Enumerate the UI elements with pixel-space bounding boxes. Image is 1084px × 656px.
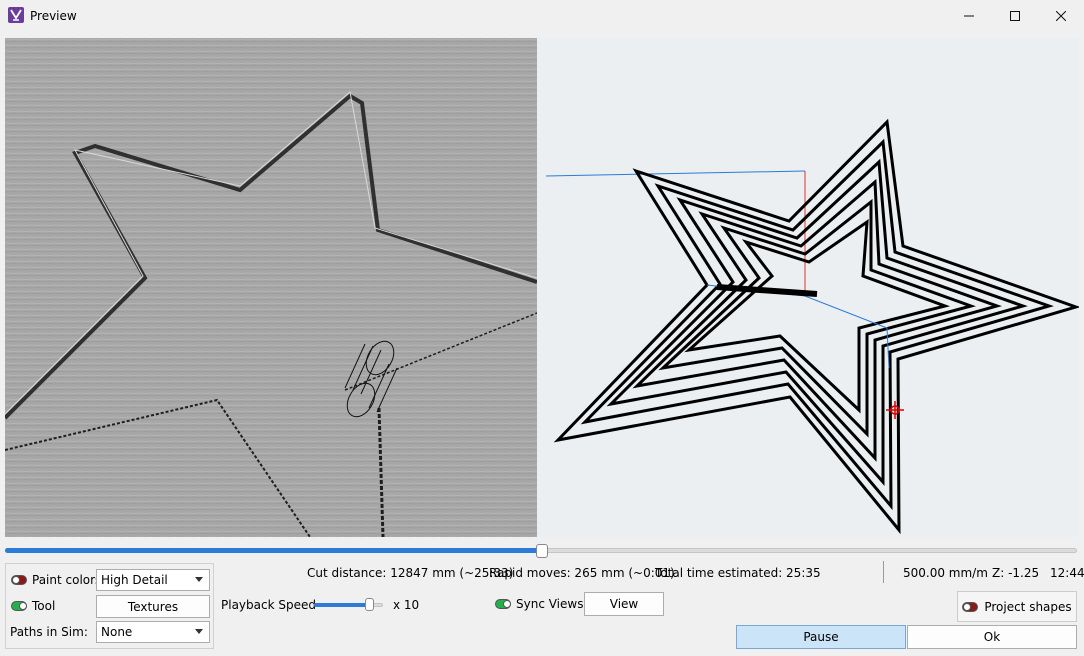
minimize-button[interactable]	[946, 0, 992, 32]
tool-label: Tool	[32, 599, 56, 613]
speed-thumb[interactable]	[365, 598, 375, 611]
cut-distance: Cut distance: 12847 mm (~25:33)	[307, 566, 514, 580]
close-icon	[1056, 11, 1066, 21]
paths-in-sim-label: Paths in Sim:	[10, 625, 88, 639]
timeline-thumb[interactable]	[536, 544, 548, 558]
paint-colors-label: Paint colors	[32, 573, 102, 587]
paths-in-sim-select[interactable]: None	[96, 621, 210, 643]
title-bar: Preview	[0, 0, 1084, 32]
project-shapes-toggle[interactable]	[962, 601, 979, 612]
toolpath-canvas	[545, 118, 1079, 535]
playback-speed-value: x 10	[393, 598, 420, 612]
paths-in-sim-value: None	[101, 625, 133, 639]
simulation-3d-canvas	[5, 38, 537, 537]
total-time: Total time estimated: 25:35	[655, 566, 821, 580]
chevron-down-icon	[195, 629, 203, 634]
chevron-down-icon	[195, 577, 203, 582]
status-divider	[883, 561, 884, 583]
toolpath-2d-view[interactable]	[537, 38, 1079, 537]
window-title: Preview	[30, 9, 77, 23]
feed-rate: 500.00 mm/m	[903, 566, 988, 580]
textures-button[interactable]: Textures	[96, 595, 210, 618]
paint-colors-toggle[interactable]	[11, 575, 27, 585]
elapsed-time: 12:44	[1050, 566, 1084, 580]
maximize-icon	[1010, 11, 1020, 21]
pause-button[interactable]: Pause	[736, 625, 906, 649]
maximize-button[interactable]	[992, 0, 1038, 32]
project-shapes-button[interactable]: Project shapes	[957, 591, 1077, 622]
close-button[interactable]	[1038, 0, 1084, 32]
minimize-icon	[964, 15, 974, 17]
ok-button[interactable]: Ok	[907, 625, 1077, 649]
timeline-progress	[5, 548, 541, 553]
app-logo-icon	[8, 7, 24, 23]
paint-colors-select[interactable]: High Detail	[96, 569, 210, 591]
sync-views-label: Sync Views	[516, 597, 584, 611]
view-button[interactable]: View	[584, 592, 664, 616]
simulation-3d-view[interactable]	[5, 38, 537, 537]
rapid-moves: Rapid moves: 265 mm (~0:01)	[489, 566, 675, 580]
playback-speed-label: Playback Speed	[221, 598, 316, 612]
playback-timeline[interactable]	[5, 544, 1077, 558]
tool-toggle[interactable]	[11, 601, 27, 611]
project-shapes-label: Project shapes	[984, 599, 1072, 614]
paint-colors-value: High Detail	[101, 573, 168, 587]
playback-speed-slider[interactable]	[314, 598, 383, 611]
z-position: Z: -1.25	[992, 566, 1040, 580]
sync-views-toggle[interactable]	[495, 599, 511, 609]
